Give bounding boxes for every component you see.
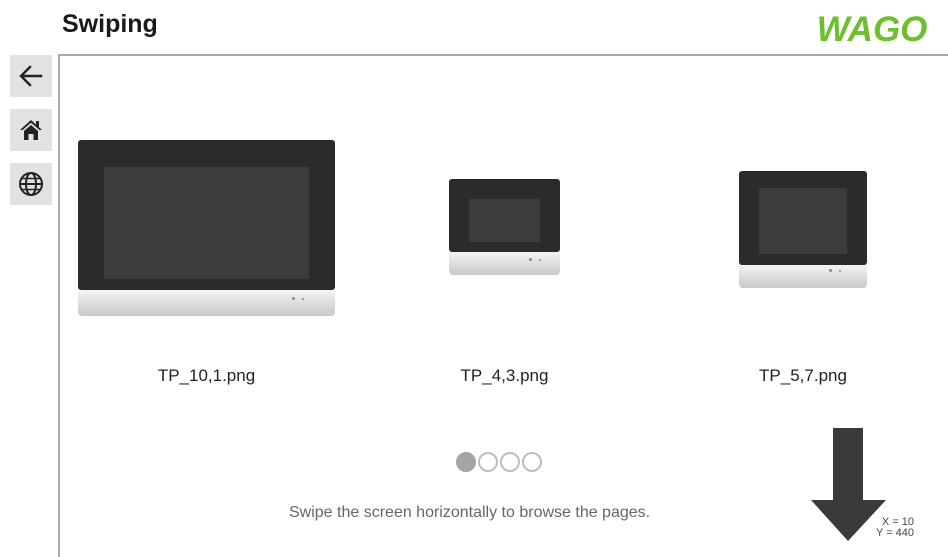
- logo-text: WAGO: [817, 10, 928, 46]
- content-frame-left: [58, 54, 60, 557]
- device-base: [739, 265, 867, 288]
- device-led: [529, 258, 532, 261]
- device-base: [78, 290, 335, 316]
- device-image-tp-4-3[interactable]: [449, 179, 560, 275]
- swipe-hint: Swipe the screen horizontally to browse …: [289, 504, 651, 521]
- device-image-tp-5-7[interactable]: [739, 171, 867, 288]
- device-led: [292, 297, 295, 300]
- device-screen: [759, 188, 847, 254]
- home-button[interactable]: [10, 109, 52, 151]
- device-screen: [104, 167, 309, 279]
- globe-icon: [19, 172, 43, 196]
- device-base: [449, 252, 560, 275]
- device-caption: TP_10,1.png: [157, 366, 256, 385]
- device-caption: TP_5,7.png: [759, 366, 847, 385]
- device-image-tp-10-1[interactable]: [78, 140, 335, 316]
- device-screen: [469, 199, 540, 242]
- device-led: [539, 259, 541, 261]
- arrow-left-icon: [19, 65, 43, 87]
- device-led: [829, 269, 832, 272]
- page-title: Swiping: [62, 10, 158, 38]
- back-button[interactable]: [10, 55, 52, 97]
- page-dot-2[interactable]: [478, 452, 498, 472]
- coordinate-y: Y = 440: [876, 527, 915, 539]
- coordinate-readout: X = 10 Y = 440: [876, 517, 914, 539]
- language-button[interactable]: [10, 163, 52, 205]
- page-dot-1[interactable]: [456, 452, 476, 472]
- device-caption: TP_4,3.png: [460, 366, 549, 385]
- wago-logo: WAGO: [817, 10, 928, 46]
- page-dot-4[interactable]: [522, 452, 542, 472]
- page-indicator: [456, 452, 542, 472]
- page-dot-3[interactable]: [500, 452, 520, 472]
- device-led: [839, 270, 841, 272]
- content-frame-top: [58, 54, 948, 56]
- home-icon: [20, 120, 42, 140]
- device-led: [302, 298, 304, 300]
